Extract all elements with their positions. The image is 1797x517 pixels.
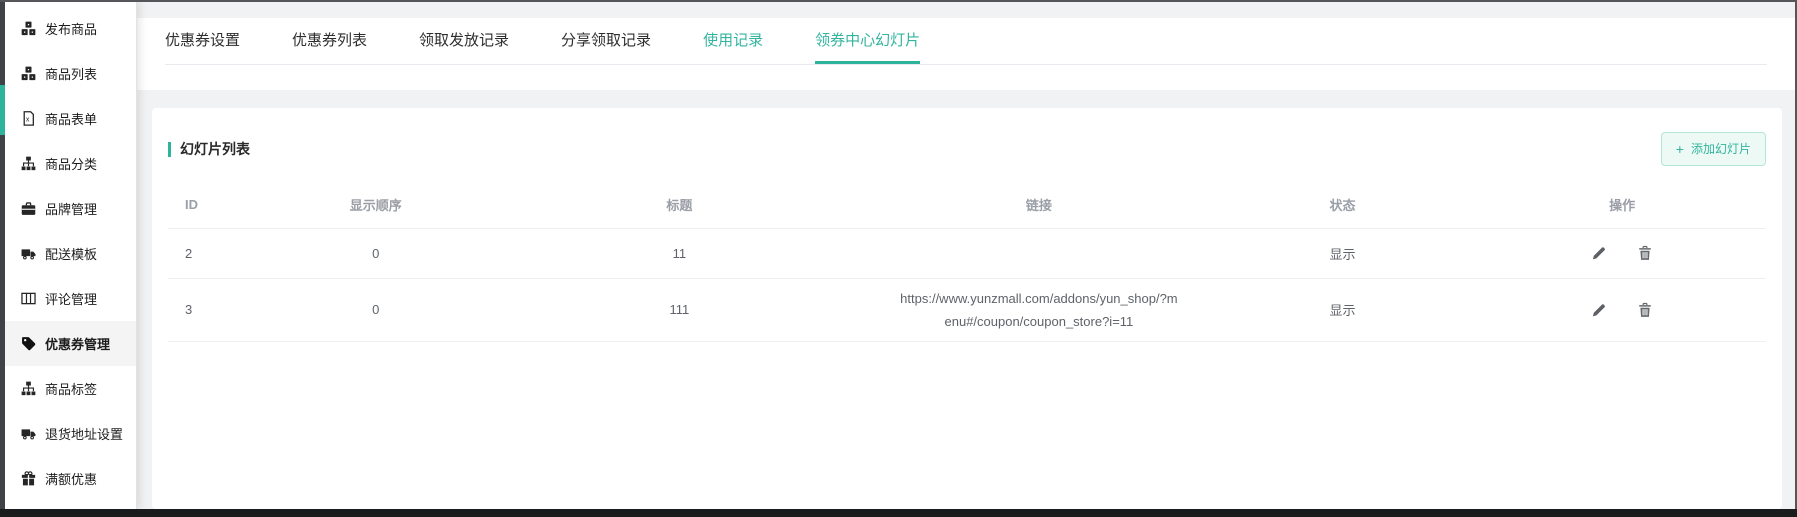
add-slideshow-button[interactable]: + 添加幻灯片 <box>1661 132 1766 166</box>
sitemap-icon <box>21 381 36 396</box>
tab-coupon-list[interactable]: 优惠券列表 <box>292 18 367 64</box>
sidebar-item-goods-tags[interactable]: 商品标签 <box>5 366 136 411</box>
cubes-icon <box>21 21 36 36</box>
cell-status: 显示 <box>1207 228 1479 278</box>
cell-actions <box>1478 278 1766 342</box>
sidebar-item-comment-management[interactable]: 评论管理 <box>5 276 136 321</box>
tag-icon <box>21 336 36 351</box>
briefcase-icon <box>21 201 36 216</box>
sidebar-item-label: 发布商品 <box>45 19 97 38</box>
header-title: 标题 <box>488 182 872 228</box>
cell-link: https://www.yunzmall.com/addons/yun_shop… <box>871 278 1207 342</box>
sidebar-item-label: 优惠券管理 <box>45 334 110 353</box>
cubes-icon <box>21 66 36 81</box>
tabs-card: 优惠券设置 优惠券列表 领取发放记录 分享领取记录 使用记录 领券中心幻灯片 <box>137 18 1795 90</box>
sidebar-item-brand-management[interactable]: 品牌管理 <box>5 186 136 231</box>
pencil-icon <box>1591 245 1607 261</box>
sidebar: 发布商品 商品列表 x 商品表单 商品分类 品牌管理 配送模板 评论管理 优惠券 <box>5 2 137 509</box>
sidebar-item-label: 退货地址设置 <box>45 424 123 443</box>
sidebar-item-delivery-template[interactable]: 配送模板 <box>5 231 136 276</box>
panel-title: 幻灯片列表 <box>168 139 250 159</box>
sidebar-item-label: 满额优惠 <box>45 469 97 488</box>
panel-title-text: 幻灯片列表 <box>180 139 250 159</box>
tab-share-claim-records[interactable]: 分享领取记录 <box>561 18 651 64</box>
trash-icon <box>1637 245 1653 261</box>
delete-button[interactable] <box>1637 245 1653 261</box>
truck-icon <box>21 426 36 441</box>
sidebar-item-goods-list[interactable]: 商品列表 <box>5 51 136 96</box>
sidebar-item-publish-goods[interactable]: 发布商品 <box>5 6 136 51</box>
window-top-edge <box>0 0 1797 2</box>
tab-claim-issue-records[interactable]: 领取发放记录 <box>419 18 509 64</box>
svg-text:x: x <box>26 116 30 123</box>
sidebar-item-coupon-management[interactable]: 优惠券管理 <box>5 321 136 366</box>
cell-actions <box>1478 228 1766 278</box>
sidebar-item-label: 商品列表 <box>45 64 97 83</box>
slideshow-panel: 幻灯片列表 + 添加幻灯片 ID 显示顺序 标题 链接 <box>152 108 1782 509</box>
sidebar-item-label: 商品分类 <box>45 154 97 173</box>
sitemap-icon <box>21 156 36 171</box>
table-row: 2 0 11 显示 <box>168 228 1766 278</box>
truck-icon <box>21 246 36 261</box>
collapsed-menu-active-indicator <box>0 85 5 135</box>
sidebar-item-full-discount[interactable]: 满额优惠 <box>5 456 136 501</box>
tab-bar: 优惠券设置 优惠券列表 领取发放记录 分享领取记录 使用记录 领券中心幻灯片 <box>165 18 1767 65</box>
sidebar-item-goods-category[interactable]: 商品分类 <box>5 141 136 186</box>
header-actions: 操作 <box>1478 182 1766 228</box>
add-slideshow-button-label: 添加幻灯片 <box>1691 143 1751 155</box>
sidebar-item-label: 评论管理 <box>45 289 97 308</box>
edit-button[interactable] <box>1591 302 1607 318</box>
cell-id: 3 <box>168 278 264 342</box>
header-id: ID <box>168 182 264 228</box>
edit-button[interactable] <box>1591 245 1607 261</box>
delete-button[interactable] <box>1637 302 1653 318</box>
file-x-icon: x <box>21 111 36 126</box>
gift-icon <box>21 471 36 486</box>
collapsed-menu-strip <box>0 0 5 517</box>
cell-link <box>871 228 1207 278</box>
table-row: 3 0 111 https://www.yunzmall.com/addons/… <box>168 278 1766 342</box>
cell-title: 11 <box>488 228 872 278</box>
tab-usage-records[interactable]: 使用记录 <box>703 18 763 64</box>
tab-coupon-center-slideshow[interactable]: 领券中心幻灯片 <box>815 18 920 64</box>
trash-icon <box>1637 302 1653 318</box>
tab-coupon-settings[interactable]: 优惠券设置 <box>165 18 240 64</box>
spacer <box>137 90 1795 108</box>
app-window: 发布商品 商品列表 x 商品表单 商品分类 品牌管理 配送模板 评论管理 优惠券 <box>0 0 1797 517</box>
sidebar-item-goods-form[interactable]: x 商品表单 <box>5 96 136 141</box>
sidebar-item-label: 配送模板 <box>45 244 97 263</box>
slideshow-table: ID 显示顺序 标题 链接 状态 操作 2 0 11 显示 <box>168 182 1766 342</box>
header-link: 链接 <box>871 182 1207 228</box>
sidebar-item-return-address-settings[interactable]: 退货地址设置 <box>5 411 136 456</box>
header-status: 状态 <box>1207 182 1479 228</box>
columns-icon <box>21 291 36 306</box>
sidebar-item-label: 商品标签 <box>45 379 97 398</box>
cell-title: 111 <box>488 278 872 342</box>
cell-status: 显示 <box>1207 278 1479 342</box>
cell-display-order: 0 <box>264 278 488 342</box>
pencil-icon <box>1591 302 1607 318</box>
table-header-row: ID 显示顺序 标题 链接 状态 操作 <box>168 182 1766 228</box>
sidebar-item-label: 品牌管理 <box>45 199 97 218</box>
cell-display-order: 0 <box>264 228 488 278</box>
title-accent-bar <box>168 142 171 157</box>
panel-header: 幻灯片列表 + 添加幻灯片 <box>168 132 1766 166</box>
sidebar-item-label: 商品表单 <box>45 109 97 128</box>
main-area: 优惠券设置 优惠券列表 领取发放记录 分享领取记录 使用记录 领券中心幻灯片 幻… <box>137 2 1795 509</box>
window-bottom-edge <box>0 509 1797 517</box>
header-display-order: 显示顺序 <box>264 182 488 228</box>
cell-id: 2 <box>168 228 264 278</box>
plus-icon: + <box>1676 142 1684 156</box>
